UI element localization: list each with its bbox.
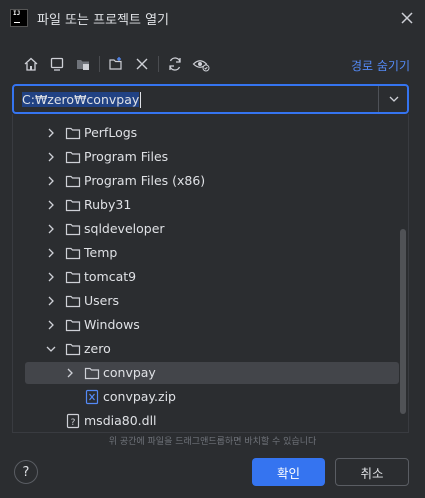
show-hidden-icon[interactable] [191,54,211,74]
tree-item-label: Program Files [84,149,169,164]
folder-icon [65,343,81,356]
tree-item-label: convpay.zip [103,389,176,404]
chevron-right-icon [48,176,54,186]
hide-path-link[interactable]: 경로 숨기기 [351,57,410,74]
path-input[interactable]: C:₩zero₩convpay [22,91,142,108]
tree-item-label: convpay [103,365,156,380]
tree-item-program-files-x86[interactable]: Program Files (x86) [13,170,399,192]
cancel-button[interactable]: 취소 [335,458,409,486]
tree-item-label: zero [84,341,111,356]
tree-item-label: Program Files (x86) [84,173,206,188]
drag-drop-hint: 위 공간에 파일을 드래그앤드롭하면 바치할 수 있습니다 [108,437,317,447]
tree-item-label: PerfLogs [84,125,138,140]
svg-text:?: ? [71,418,76,428]
tree-item-users[interactable]: Users [13,290,399,312]
folder-icon [65,175,81,188]
chevron-right-icon [48,248,54,258]
chevron-down-icon [389,96,399,102]
dialog-title: 파일 또는 프로젝트 열기 [37,13,169,28]
tree-item-sqldeveloper[interactable]: sqldeveloper [13,218,399,240]
chevron-right-icon [48,224,54,234]
tree-item-perflogs[interactable]: PerfLogs [13,122,399,144]
home-icon[interactable] [21,54,41,74]
tree-item-zero[interactable]: zero [13,338,399,360]
refresh-icon[interactable] [165,54,185,74]
desktop-icon[interactable] [47,54,67,74]
help-icon: ? [22,464,30,480]
tree-item-temp[interactable]: Temp [13,242,399,264]
chevron-right-icon [67,368,73,378]
tree-scrollbar[interactable] [400,229,406,414]
chevron-right-icon [48,200,54,210]
tree-item-label: msdia80.dll [84,413,157,428]
tree-item-msdia80-dll[interactable]: ? msdia80.dll [13,410,399,432]
tree-item-label: sqldeveloper [84,221,165,236]
toolbar: 경로 숨기기 [0,50,425,78]
folder-icon [65,271,81,284]
unknown-file-icon: ? [66,413,80,429]
tree-item-convpay-zip[interactable]: convpay.zip [13,386,399,408]
folder-icon [65,247,81,260]
chevron-right-icon [48,320,54,330]
app-icon-text: IJ [13,10,21,17]
chevron-down-icon [46,346,56,352]
folder-icon [65,223,81,236]
tree-item-convpay[interactable]: convpay [25,362,399,384]
path-history-dropdown[interactable] [386,91,402,107]
new-folder-icon[interactable] [106,54,126,74]
folder-icon [65,295,81,308]
tree-item-label: tomcat9 [84,269,137,284]
folder-icon [65,151,81,164]
folder-icon [65,127,81,140]
tree-item-label: Temp [84,245,118,260]
tree-item-tomcat9[interactable]: tomcat9 [13,266,399,288]
help-button[interactable]: ? [14,460,38,484]
chevron-right-icon [48,128,54,138]
title-bar: IJ 파일 또는 프로젝트 열기 [0,0,425,38]
tree-item-label: Windows [84,317,140,332]
folder-icon [84,367,100,380]
close-button[interactable] [397,8,417,28]
folder-icon [65,319,81,332]
file-tree[interactable]: PerfLogs Program Files Program Files (x8… [12,114,409,433]
chevron-right-icon [48,272,54,282]
project-icon[interactable] [73,54,93,74]
tree-item-label: Ruby31 [84,197,132,212]
path-text: C:₩zero₩convpay [22,92,140,107]
tree-item-label: Users [84,293,120,308]
close-icon [401,12,413,24]
chevron-right-icon [48,296,54,306]
ok-button[interactable]: 확인 [252,458,325,486]
tree-item-ruby31[interactable]: Ruby31 [13,194,399,216]
text-caret [140,91,142,108]
chevron-right-icon [48,152,54,162]
tree-item-windows[interactable]: Windows [13,314,399,336]
tree-item-program-files[interactable]: Program Files [13,146,399,168]
intellij-logo-icon: IJ [10,9,28,27]
folder-icon [65,199,81,212]
delete-icon[interactable] [132,54,152,74]
path-field[interactable]: C:₩zero₩convpay [12,84,409,114]
archive-file-icon [85,389,99,405]
